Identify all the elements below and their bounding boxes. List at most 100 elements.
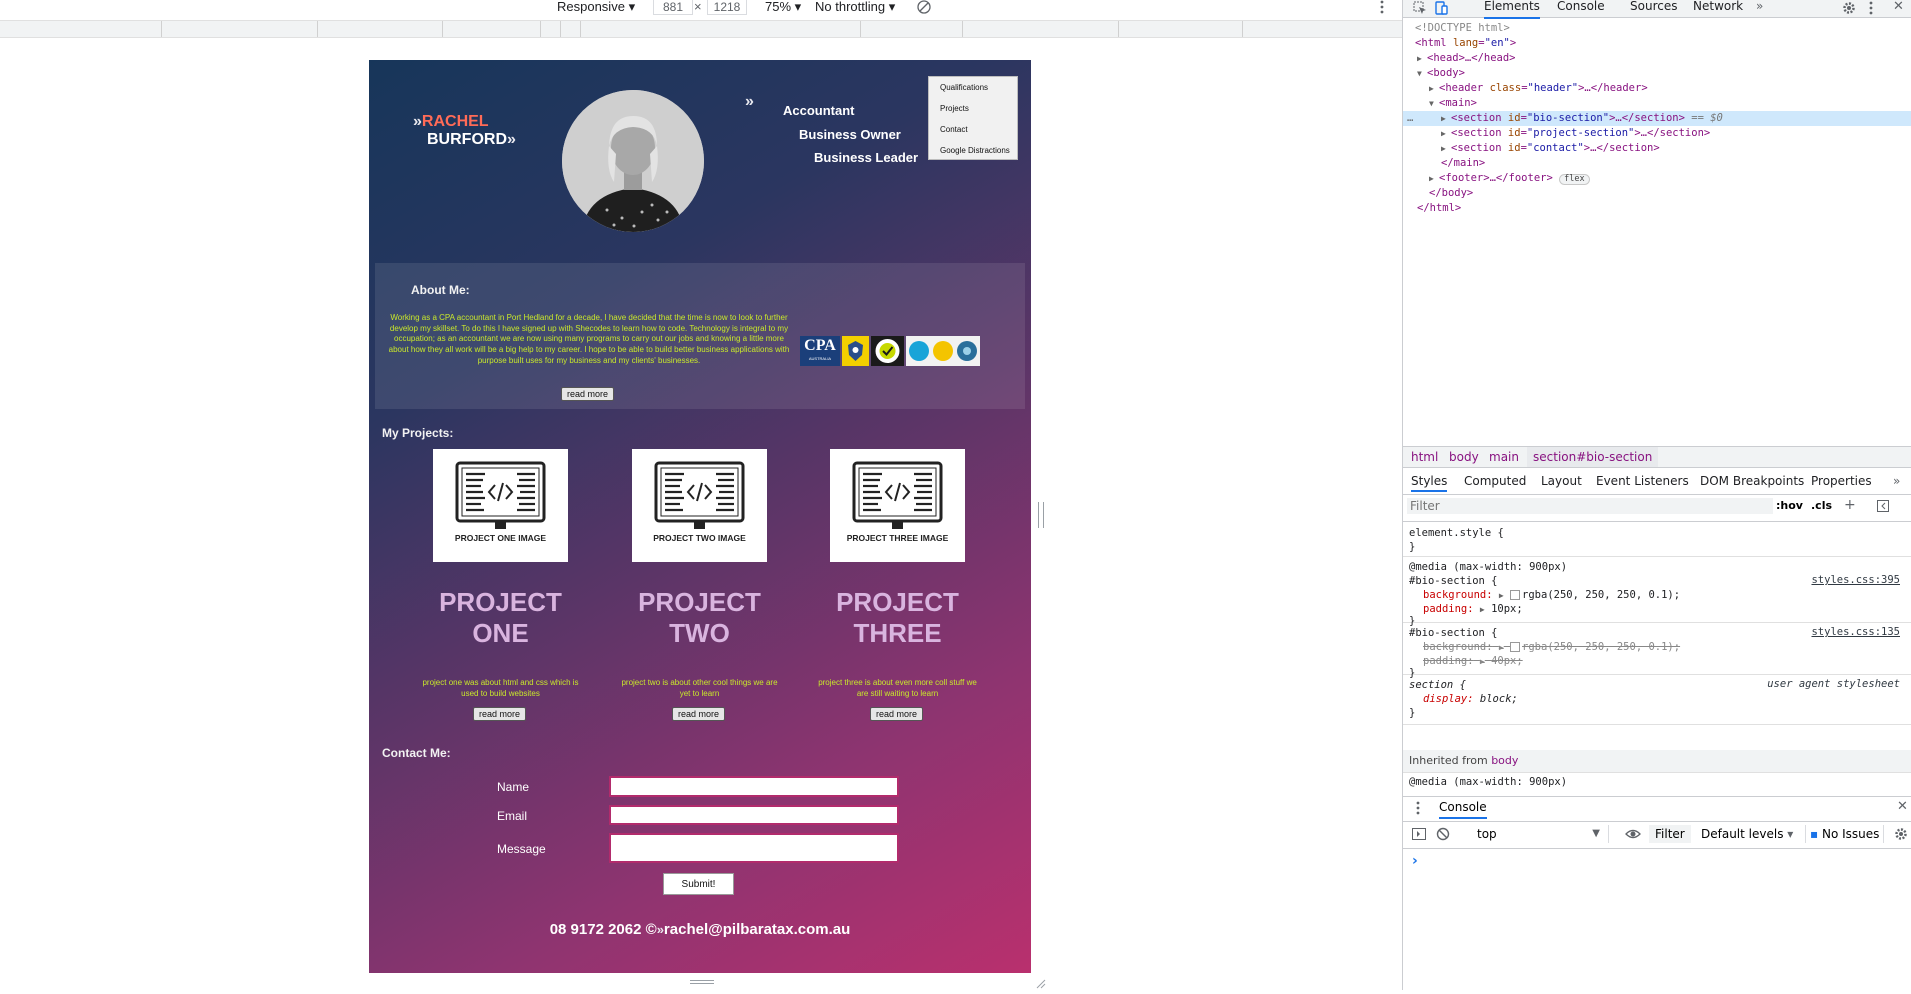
class-toggle[interactable]: .cls — [1811, 499, 1832, 512]
toggle-sidebar-icon[interactable] — [1877, 500, 1889, 515]
expand-triangle-icon[interactable]: ▶ — [1417, 51, 1427, 66]
tab-console[interactable]: Console — [1557, 0, 1605, 17]
media-query-ruler[interactable] — [0, 20, 1402, 38]
throttling-dropdown[interactable]: No throttling ▾ — [815, 0, 895, 14]
expand-triangle-icon[interactable]: ▶ — [1429, 81, 1439, 96]
add-rule-icon[interactable]: + — [1844, 497, 1856, 513]
device-toggle-icon[interactable] — [1434, 1, 1448, 18]
expand-triangle-icon[interactable]: ▶ — [1429, 171, 1439, 186]
close-drawer-icon[interactable]: ✕ — [1897, 799, 1908, 814]
dom-node[interactable]: ▶ <section id="project-section">…</sectio… — [1403, 126, 1911, 141]
dom-node[interactable]: ▼ <body> — [1403, 66, 1911, 81]
project-image[interactable]: PROJECT THREE IMAGE — [830, 449, 965, 562]
tab-styles[interactable]: Styles — [1411, 474, 1448, 492]
more-tabs-icon[interactable]: » — [1893, 474, 1900, 490]
more-tabs-icon[interactable]: » — [1756, 0, 1763, 17]
submit-button[interactable]: Submit! — [663, 873, 734, 895]
message-field[interactable] — [609, 833, 899, 863]
breadcrumb-item[interactable]: html — [1411, 447, 1438, 467]
expand-triangle-icon[interactable]: ▶ — [1441, 111, 1451, 126]
dom-node[interactable]: </html> — [1403, 201, 1911, 216]
console-prompt[interactable]: › — [1412, 853, 1418, 869]
close-devtools-icon[interactable]: ✕ — [1893, 0, 1904, 14]
dom-node[interactable]: ▶ <header class="header">…</header> — [1403, 81, 1911, 96]
breadcrumb-item-active[interactable]: section#bio-section — [1527, 447, 1659, 467]
sidebar-toggle-icon[interactable] — [1412, 828, 1426, 843]
resize-handle-corner[interactable] — [1036, 976, 1046, 989]
eye-icon[interactable] — [1625, 827, 1641, 844]
collapse-triangle-icon[interactable]: ▼ — [1429, 96, 1439, 111]
flex-badge[interactable]: flex — [1559, 174, 1590, 185]
viewport-height-input[interactable]: 1218 — [707, 0, 747, 15]
dom-node[interactable]: ▶ <footer>…</footer> flex — [1403, 171, 1911, 186]
viewport-width-input[interactable]: 881 — [653, 0, 693, 15]
context-selector[interactable]: top ▼ — [1471, 825, 1609, 843]
dom-node-selected[interactable]: … ▶ <section id="bio-section">…</section> … — [1403, 111, 1911, 126]
rotate-icon[interactable] — [916, 0, 932, 14]
responsive-dropdown[interactable]: Responsive ▾ — [557, 0, 635, 14]
zoom-dropdown[interactable]: 75% ▾ — [765, 0, 801, 14]
project-read-more-button[interactable]: read more — [870, 707, 924, 721]
settings-gear-icon[interactable] — [1894, 827, 1908, 844]
bio-read-more-button[interactable]: read more — [561, 387, 615, 401]
tab-dom-breakpoints[interactable]: DOM Breakpoints — [1700, 474, 1804, 490]
styles-filter-input[interactable] — [1407, 498, 1773, 514]
color-swatch[interactable] — [1510, 642, 1521, 652]
console-filter-input[interactable]: Filter — [1649, 825, 1691, 843]
expand-triangle-icon[interactable]: ▶ — [1480, 657, 1485, 666]
expand-triangle-icon[interactable]: ▶ — [1441, 141, 1451, 156]
tab-layout[interactable]: Layout — [1541, 474, 1582, 490]
resize-handle-right[interactable] — [1038, 502, 1044, 528]
email-field[interactable] — [609, 805, 899, 825]
dom-node[interactable]: <!DOCTYPE html> — [1403, 21, 1911, 36]
more-options-icon[interactable] — [1380, 0, 1388, 17]
issues-button[interactable]: ▪ No Issues — [1805, 825, 1885, 843]
source-link[interactable]: styles.css:135 — [1811, 626, 1900, 638]
tab-sources[interactable]: Sources — [1630, 0, 1677, 17]
color-swatch[interactable] — [1510, 590, 1521, 600]
dom-node[interactable]: ▶ <section id="contact">…</section> — [1403, 141, 1911, 156]
site-logo[interactable]: »RACHEL BURFORD» — [413, 113, 516, 149]
style-declaration-overridden[interactable]: background: ▶ rgba(250, 250, 250, 0.1); — [1423, 640, 1680, 654]
settings-gear-icon[interactable] — [1842, 1, 1856, 18]
tab-properties[interactable]: Properties — [1811, 474, 1872, 490]
drawer-tab-console[interactable]: Console — [1439, 799, 1487, 819]
source-link[interactable]: styles.css:395 — [1811, 574, 1900, 586]
rule-selector[interactable]: element.style { — [1409, 526, 1504, 540]
tab-network[interactable]: Network — [1693, 0, 1743, 17]
dom-node[interactable]: ▼ <main> — [1403, 96, 1911, 111]
name-field[interactable] — [609, 776, 899, 797]
project-read-more-button[interactable]: read more — [473, 707, 527, 721]
style-declaration[interactable]: padding: ▶ 10px; — [1423, 602, 1523, 616]
style-declaration[interactable]: display: block; — [1423, 692, 1518, 706]
clear-console-icon[interactable] — [1436, 827, 1450, 844]
dom-node[interactable]: ▶ <head>…</head> — [1403, 51, 1911, 66]
resize-handle-bottom[interactable] — [690, 978, 714, 986]
hover-state-toggle[interactable]: :hov — [1776, 499, 1803, 512]
expand-triangle-icon[interactable]: ▶ — [1499, 591, 1504, 600]
project-read-more-button[interactable]: read more — [672, 707, 726, 721]
nav-link-projects[interactable]: Projects — [929, 98, 1017, 119]
dom-node[interactable]: </main> — [1403, 156, 1911, 171]
expand-triangle-icon[interactable]: ▶ — [1499, 643, 1504, 652]
nav-link-contact[interactable]: Contact — [929, 119, 1017, 140]
rule-selector[interactable]: #bio-section { — [1409, 574, 1498, 588]
dom-node[interactable]: <html lang="en"> — [1403, 36, 1911, 51]
style-declaration-overridden[interactable]: padding: ▶ 40px; — [1423, 654, 1523, 668]
rule-selector[interactable]: #bio-section { — [1409, 626, 1498, 640]
collapse-triangle-icon[interactable]: ▼ — [1417, 66, 1427, 81]
breadcrumb-item[interactable]: body — [1449, 447, 1479, 467]
inspect-element-icon[interactable] — [1413, 1, 1427, 18]
expand-triangle-icon[interactable]: ▶ — [1441, 126, 1451, 141]
project-image[interactable]: PROJECT TWO IMAGE — [632, 449, 767, 562]
expand-triangle-icon[interactable]: ▶ — [1480, 605, 1485, 614]
rule-selector[interactable]: section { — [1409, 678, 1466, 692]
breadcrumb-item[interactable]: main — [1489, 447, 1519, 467]
inherited-element-link[interactable]: body — [1491, 754, 1518, 767]
footer-email[interactable]: rachel@pilbaratax.com.au — [664, 921, 850, 938]
project-image[interactable]: PROJECT ONE IMAGE — [433, 449, 568, 562]
tab-event-listeners[interactable]: Event Listeners — [1596, 474, 1689, 490]
tab-elements[interactable]: Elements — [1484, 0, 1540, 19]
nav-link-google-distractions[interactable]: Google Distractions — [929, 140, 1017, 161]
nav-link-qualifications[interactable]: Qualifications — [929, 77, 1017, 98]
